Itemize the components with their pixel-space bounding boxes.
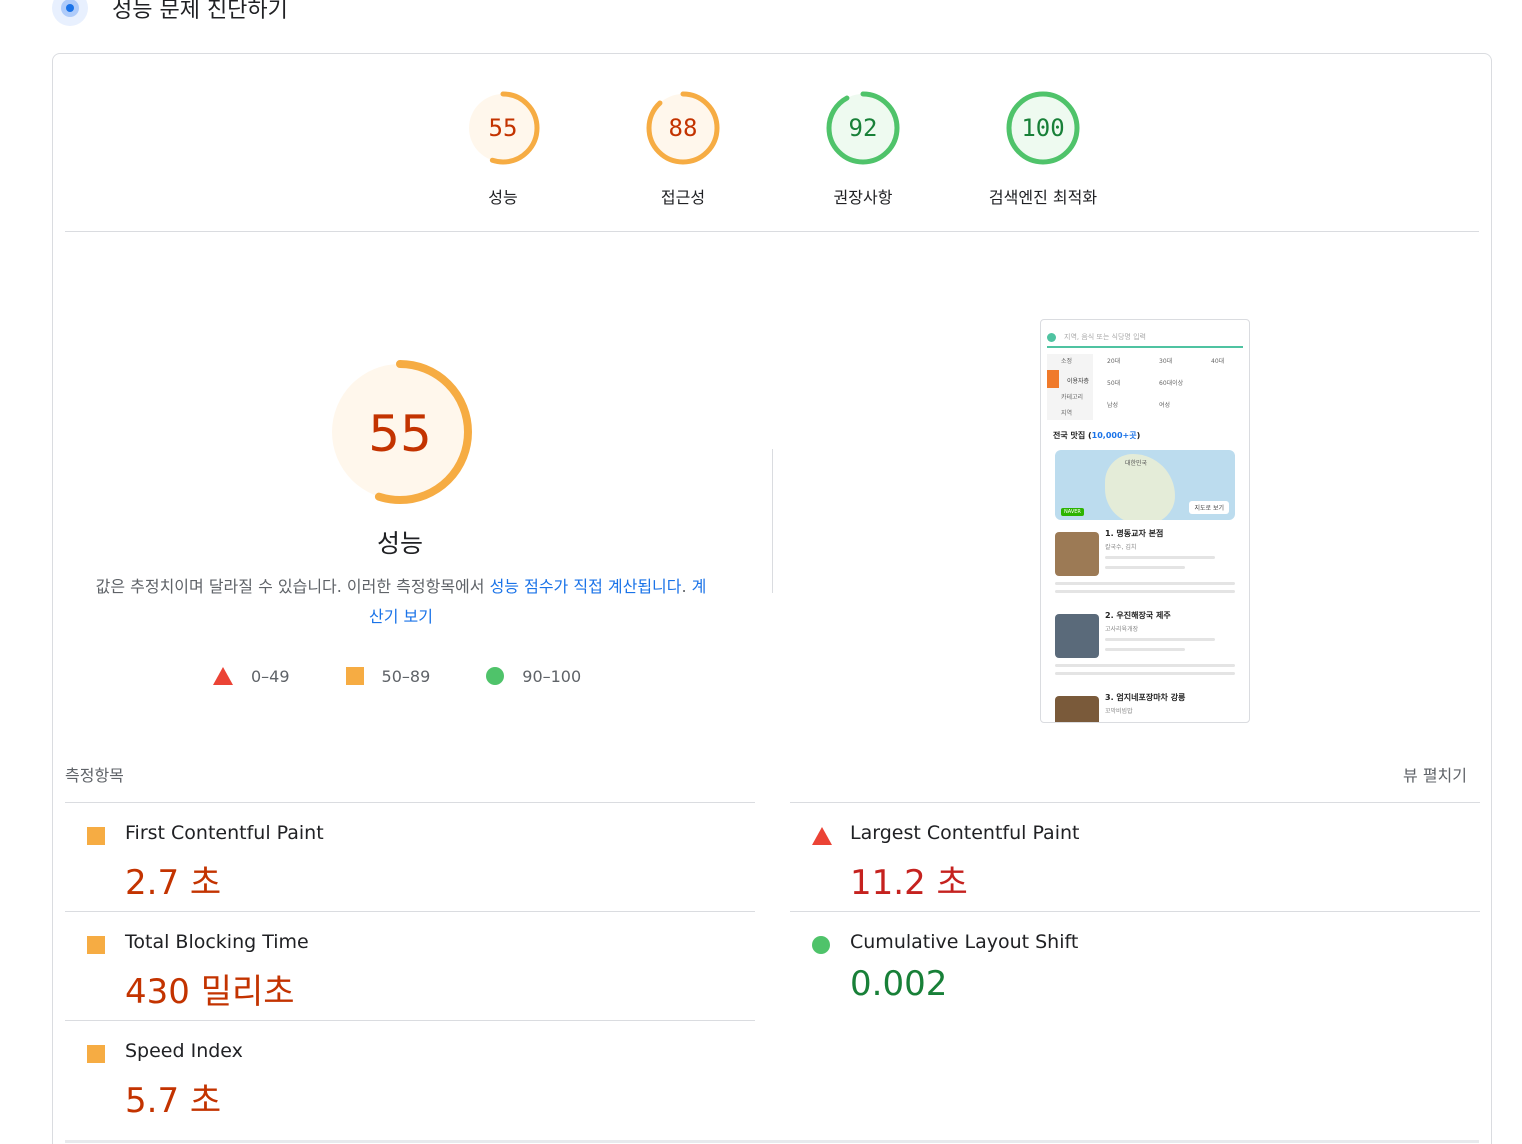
gauge-label: 권장사항 — [833, 188, 893, 207]
orange-square-icon — [87, 827, 105, 845]
score-calculation-link[interactable]: 성능 점수가 직접 계산됩니다 — [490, 577, 682, 596]
gauge-best-practices[interactable]: 92 권장사항 — [773, 90, 953, 208]
metric-cumulative-layout-shift: Cumulative Layout Shift 0.002 — [790, 911, 1480, 1020]
gauge-label: 성능 — [488, 188, 518, 207]
svg-text:55: 55 — [368, 405, 432, 463]
thumb-heading: 전국 맛집 (10,000+곳) — [1053, 431, 1141, 440]
legend-average: 50–89 — [345, 667, 430, 686]
gauge-label: 검색엔진 최적화 — [988, 188, 1098, 207]
thumb-list-item: 1. 명동교자 본점 칼국수, 김치 — [1055, 528, 1237, 604]
score-note: 값은 추정치이며 달라질 수 있습니다. 이러한 측정항목에서 성능 점수가 직… — [95, 577, 707, 626]
score-gauge-ring: 55 — [466, 91, 540, 165]
metric-first-contentful-paint: First Contentful Paint 2.7 초 — [65, 802, 755, 911]
thumb-list-item: 3. 엄지네포장마차 강릉 꼬막비빔밥 — [1055, 692, 1237, 722]
vertical-divider — [772, 449, 773, 593]
score-gauge-ring: 100 — [1006, 91, 1080, 165]
score-gauges: 55 성능 88 접근성 92 권장사항 100 검색엔진 최적화 — [53, 90, 1491, 230]
metrics-section-title: 측정항목 — [65, 766, 124, 785]
report-card: 55 성능 88 접근성 92 권장사항 100 검색엔진 최적화 55 성능 … — [52, 53, 1492, 1144]
thumb-list-item: 2. 우진해장국 제주 고사리육개장 — [1055, 610, 1237, 686]
metrics-left-column: First Contentful Paint 2.7 초 Total Block… — [65, 802, 755, 1129]
score-gauge-ring: 92 — [826, 91, 900, 165]
page-title: 성능 문제 진단하기 — [112, 0, 288, 23]
legend-pass: 90–100 — [486, 667, 581, 686]
thumb-search-bar: 지역, 음식 또는 식당명 입력 — [1047, 328, 1243, 348]
gauge-performance[interactable]: 55 성능 — [413, 90, 593, 208]
orange-square-icon — [87, 936, 105, 954]
performance-big-gauge: 55 — [327, 359, 473, 509]
green-circle-icon — [812, 936, 830, 954]
expand-view-toggle[interactable]: 뷰 펼치기 — [1403, 762, 1467, 786]
location-pin-icon — [1047, 332, 1056, 342]
orange-square-icon — [345, 667, 364, 685]
svg-text:88: 88 — [669, 114, 698, 142]
page-header: 성능 문제 진단하기 — [52, 0, 288, 28]
metric-speed-index: Speed Index 5.7 초 — [65, 1020, 755, 1129]
legend-fail: 0–49 — [213, 667, 290, 686]
red-triangle-icon — [213, 667, 233, 685]
green-circle-icon — [486, 667, 505, 685]
gauge-label: 접근성 — [660, 188, 706, 207]
score-gauge-ring: 55 — [328, 360, 472, 504]
svg-text:92: 92 — [849, 114, 878, 142]
divider — [65, 1140, 1479, 1143]
final-screenshot-thumbnail[interactable]: 지역, 음식 또는 식당명 입력 소정 이용자층 카테고리 지역 20대 30대… — [1040, 319, 1250, 723]
gauge-accessibility[interactable]: 88 접근성 — [593, 90, 773, 208]
score-legend: 0–49 50–89 90–100 — [213, 664, 637, 688]
lighthouse-gauge-icon — [52, 0, 88, 26]
score-gauge-ring: 88 — [646, 91, 720, 165]
svg-text:55: 55 — [489, 114, 518, 142]
divider — [65, 231, 1479, 232]
metrics-right-column: Largest Contentful Paint 11.2 초 Cumulati… — [790, 802, 1480, 1020]
red-triangle-icon — [812, 827, 832, 845]
orange-square-icon — [87, 1045, 105, 1063]
metric-largest-contentful-paint: Largest Contentful Paint 11.2 초 — [790, 802, 1480, 911]
thumb-map: 대한민국 NAVER 지도로 보기 — [1055, 450, 1235, 520]
svg-text:100: 100 — [1021, 114, 1064, 142]
thumb-filters: 소정 이용자층 카테고리 지역 20대 30대 40대 50대 60대이상 남성… — [1047, 354, 1243, 424]
gauge-seo[interactable]: 100 검색엔진 최적화 — [953, 90, 1133, 208]
performance-label: 성능 — [376, 529, 423, 558]
metric-total-blocking-time: Total Blocking Time 430 밀리초 — [65, 911, 755, 1020]
